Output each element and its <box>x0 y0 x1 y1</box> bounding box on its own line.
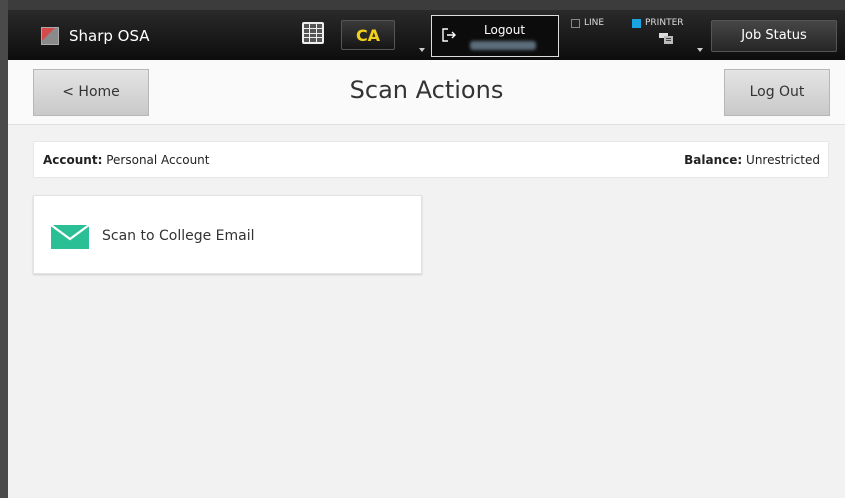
account-info: Account: Personal Account <box>43 153 210 167</box>
system-header-bar: Sharp OSA CA Logout LINE PRINTER Job Sta… <box>8 10 845 60</box>
action-label: Scan to College Email <box>102 228 255 244</box>
account-bar: Account: Personal Account Balance: Unres… <box>33 141 829 178</box>
balance-value: Unrestricted <box>746 153 820 167</box>
ca-button[interactable]: CA <box>341 20 395 50</box>
title-row: < Home Scan Actions Log Out <box>8 60 845 125</box>
line-status-box <box>571 18 580 28</box>
balance-key: Balance: <box>684 153 743 167</box>
chevron-down-icon[interactable] <box>697 48 703 52</box>
app-indicator[interactable]: Sharp OSA <box>41 27 150 45</box>
line-indicator: LINE <box>571 18 604 28</box>
logout-label: Logout <box>484 23 526 37</box>
sharp-app-icon <box>41 27 59 45</box>
logout-header-button[interactable]: Logout <box>431 15 559 57</box>
top-bezel <box>0 0 845 10</box>
printer-status-box <box>632 18 641 28</box>
left-bezel <box>0 0 8 498</box>
envelope-icon <box>51 225 89 249</box>
line-label: LINE <box>584 18 605 28</box>
device-screen: Sharp OSA CA Logout LINE PRINTER Job Sta… <box>8 10 845 498</box>
printer-indicator: PRINTER <box>632 18 684 28</box>
logout-icon <box>442 28 456 42</box>
chevron-down-icon[interactable] <box>419 48 425 52</box>
account-key: Account: <box>43 153 103 167</box>
job-status-button[interactable]: Job Status <box>711 20 837 52</box>
blurred-username <box>470 41 536 50</box>
balance-info: Balance: Unrestricted <box>684 153 820 167</box>
app-title: Sharp OSA <box>69 27 150 45</box>
keypad-icon[interactable] <box>302 22 324 44</box>
printer-icon[interactable] <box>659 32 673 44</box>
log-out-button[interactable]: Log Out <box>724 69 830 116</box>
page-title: Scan Actions <box>349 76 504 104</box>
printer-label: PRINTER <box>645 18 684 28</box>
account-value: Personal Account <box>106 153 210 167</box>
scan-to-college-email-action[interactable]: Scan to College Email <box>33 195 422 274</box>
